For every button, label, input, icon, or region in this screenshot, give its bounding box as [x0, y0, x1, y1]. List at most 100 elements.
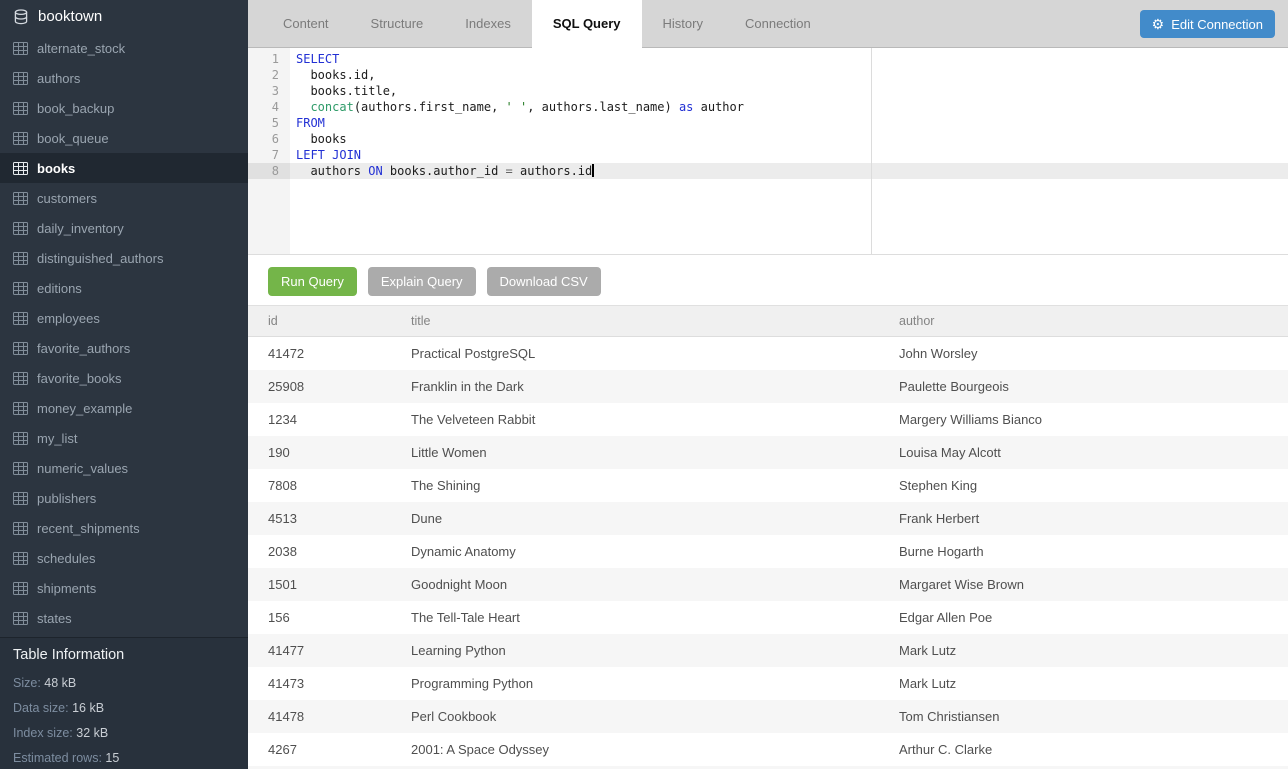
sidebar-item-publishers[interactable]: publishers: [0, 483, 248, 513]
sidebar-item-label: favorite_books: [37, 371, 122, 386]
column-header-id: id: [248, 314, 391, 328]
cell-id: 4513: [248, 511, 391, 526]
tab-content[interactable]: Content: [262, 0, 350, 47]
table-icon: [13, 72, 28, 85]
sidebar-item-favorite-books[interactable]: favorite_books: [0, 363, 248, 393]
info-value: 15: [102, 751, 119, 765]
cell-title: Little Women: [391, 445, 879, 460]
sidebar-item-authors[interactable]: authors: [0, 63, 248, 93]
table-row[interactable]: 2038Dynamic AnatomyBurne Hogarth: [248, 535, 1288, 568]
sidebar-item-employees[interactable]: employees: [0, 303, 248, 333]
sidebar-item-books[interactable]: books: [0, 153, 248, 183]
download-csv-button[interactable]: Download CSV: [487, 267, 601, 296]
code-line-6[interactable]: books: [290, 131, 1288, 147]
table-row[interactable]: 25908Franklin in the DarkPaulette Bourge…: [248, 370, 1288, 403]
tab-sql-query[interactable]: SQL Query: [532, 0, 642, 47]
code-segment: books.author_id: [383, 164, 506, 178]
sidebar-item-label: books: [37, 161, 75, 176]
table-icon: [13, 132, 28, 145]
sidebar-item-alternate-stock[interactable]: alternate_stock: [0, 33, 248, 63]
info-value: 48 kB: [41, 676, 76, 690]
table-icon: [13, 402, 28, 415]
results-rows: 41472Practical PostgreSQLJohn Worsley259…: [248, 337, 1288, 769]
sidebar-item-editions[interactable]: editions: [0, 273, 248, 303]
sidebar-item-book-queue[interactable]: book_queue: [0, 123, 248, 153]
table-row[interactable]: 1501Goodnight MoonMargaret Wise Brown: [248, 568, 1288, 601]
table-row[interactable]: 42672001: A Space OdysseyArthur C. Clark…: [248, 733, 1288, 766]
table-row[interactable]: 41477Learning PythonMark Lutz: [248, 634, 1288, 667]
table-row[interactable]: 1234The Velveteen RabbitMargery Williams…: [248, 403, 1288, 436]
code-segment: SELECT: [296, 52, 339, 66]
code-segment: books.id,: [296, 68, 375, 82]
info-row-size-: Size: 48 kB: [13, 676, 235, 690]
cell-title: Franklin in the Dark: [391, 379, 879, 394]
cell-id: 7808: [248, 478, 391, 493]
line-number: 4: [248, 99, 290, 115]
sidebar-item-distinguished-authors[interactable]: distinguished_authors: [0, 243, 248, 273]
code-segment: ' ': [506, 100, 528, 114]
tab-structure[interactable]: Structure: [350, 0, 445, 47]
results-header: idtitleauthor: [248, 305, 1288, 337]
table-icon: [13, 252, 28, 265]
code-line-4[interactable]: concat(authors.first_name, ' ', authors.…: [290, 99, 1288, 115]
sidebar-item-my-list[interactable]: my_list: [0, 423, 248, 453]
tab-connection[interactable]: Connection: [724, 0, 832, 47]
sidebar-item-states[interactable]: states: [0, 603, 248, 633]
code-line-1[interactable]: SELECT: [290, 51, 1288, 67]
sidebar-item-label: distinguished_authors: [37, 251, 163, 266]
sidebar-item-daily-inventory[interactable]: daily_inventory: [0, 213, 248, 243]
cell-title: Practical PostgreSQL: [391, 346, 879, 361]
code-line-5[interactable]: FROM: [290, 115, 1288, 131]
sidebar-item-label: daily_inventory: [37, 221, 124, 236]
table-row[interactable]: 41472Practical PostgreSQLJohn Worsley: [248, 337, 1288, 370]
cell-id: 4267: [248, 742, 391, 757]
explain-query-button[interactable]: Explain Query: [368, 267, 476, 296]
cell-author: Paulette Bourgeois: [879, 379, 1288, 394]
sidebar-item-book-backup[interactable]: book_backup: [0, 93, 248, 123]
sidebar-item-label: employees: [37, 311, 100, 326]
sidebar-item-recent-shipments[interactable]: recent_shipments: [0, 513, 248, 543]
table-row[interactable]: 4513DuneFrank Herbert: [248, 502, 1288, 535]
info-label: Data size:: [13, 701, 69, 715]
code-line-3[interactable]: books.title,: [290, 83, 1288, 99]
cell-title: The Shining: [391, 478, 879, 493]
sidebar-item-favorite-authors[interactable]: favorite_authors: [0, 333, 248, 363]
table-icon: [13, 312, 28, 325]
sql-editor[interactable]: 12345678 SELECT books.id, books.title, c…: [248, 48, 1288, 255]
sidebar-item-label: schedules: [37, 551, 96, 566]
database-header[interactable]: booktown: [0, 0, 248, 33]
info-label: Estimated rows:: [13, 751, 102, 765]
cell-id: 2038: [248, 544, 391, 559]
table-list: alternate_stock authors book_backup book…: [0, 33, 248, 633]
run-query-button[interactable]: Run Query: [268, 267, 357, 296]
table-icon: [13, 372, 28, 385]
tab-history[interactable]: History: [642, 0, 724, 47]
code-line-7[interactable]: LEFT JOIN: [290, 147, 1288, 163]
table-row[interactable]: 41478Perl CookbookTom Christiansen: [248, 700, 1288, 733]
database-name: booktown: [38, 8, 102, 25]
sidebar: booktown alternate_stock authors book: [0, 0, 248, 769]
tab-indexes[interactable]: Indexes: [444, 0, 532, 47]
sidebar-item-label: numeric_values: [37, 461, 128, 476]
table-information-rows: Size: 48 kBData size: 16 kBIndex size: 3…: [13, 676, 235, 765]
code-segment: , authors.last_name): [527, 100, 679, 114]
edit-connection-button[interactable]: ⚙ Edit Connection: [1140, 10, 1275, 38]
cell-author: Margery Williams Bianco: [879, 412, 1288, 427]
table-row[interactable]: 7808The ShiningStephen King: [248, 469, 1288, 502]
line-number: 3: [248, 83, 290, 99]
code-segment: [296, 100, 310, 114]
sidebar-item-money-example[interactable]: money_example: [0, 393, 248, 423]
code-line-2[interactable]: books.id,: [290, 67, 1288, 83]
table-row[interactable]: 41473Programming PythonMark Lutz: [248, 667, 1288, 700]
table-row[interactable]: 190Little WomenLouisa May Alcott: [248, 436, 1288, 469]
code-line-8[interactable]: authors ON books.author_id = authors.id: [290, 163, 1288, 179]
sidebar-item-schedules[interactable]: schedules: [0, 543, 248, 573]
sidebar-item-shipments[interactable]: shipments: [0, 573, 248, 603]
table-icon: [13, 552, 28, 565]
gear-icon: ⚙: [1152, 17, 1165, 31]
database-icon: [13, 9, 29, 25]
sidebar-item-numeric-values[interactable]: numeric_values: [0, 453, 248, 483]
sidebar-item-customers[interactable]: customers: [0, 183, 248, 213]
sql-code-area[interactable]: SELECT books.id, books.title, concat(aut…: [290, 48, 1288, 254]
table-row[interactable]: 156The Tell-Tale HeartEdgar Allen Poe: [248, 601, 1288, 634]
